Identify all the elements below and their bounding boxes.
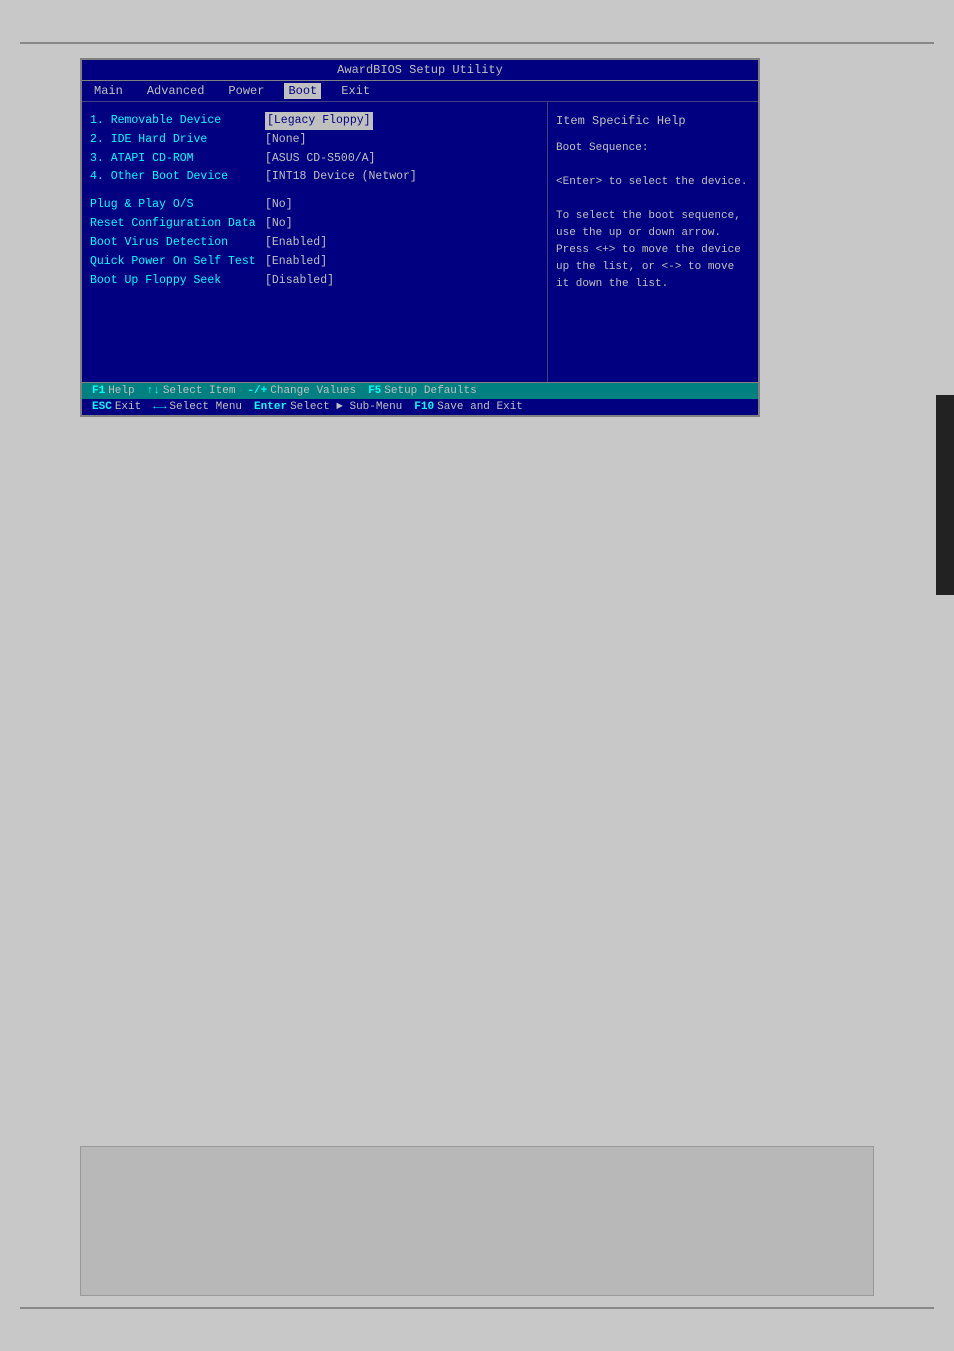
bios-title-text: AwardBIOS Setup Utility [337,63,503,77]
setting-5-value: [Disabled] [265,272,334,290]
setting-1-label: Plug & Play O/S [90,196,265,214]
boot-item-3-value: [ASUS CD-S500/A] [265,150,375,168]
bios-statusbar: F1 Help ↑↓ Select Item -/+ Change Values… [82,382,758,415]
label-select-item: Select Item [163,385,236,397]
setting-1-value: [No] [265,196,293,214]
settings-section: Plug & Play O/S [No] Reset Configuration… [90,196,539,289]
setting-row-1[interactable]: Plug & Play O/S [No] [90,196,539,214]
bios-help-panel: Item Specific Help Boot Sequence: <Enter… [548,102,758,382]
boot-sequence-section: 1. Removable Device [Legacy Floppy] 2. I… [90,112,539,186]
boot-item-2-value: [None] [265,131,306,149]
status-enter: Enter Select ► Sub-Menu [248,401,408,413]
boot-item-1[interactable]: 1. Removable Device [Legacy Floppy] [90,112,539,130]
setting-2-value: [No] [265,215,293,233]
boot-item-1-label: 1. Removable Device [90,112,265,130]
key-f5: F5 [368,385,381,397]
menu-power[interactable]: Power [224,83,268,99]
label-help: Help [108,385,134,397]
status-f5: F5 Setup Defaults [362,385,483,397]
bottom-content-box [80,1146,874,1296]
menu-main[interactable]: Main [90,83,127,99]
bios-screen: AwardBIOS Setup Utility Main Advanced Po… [80,58,760,417]
status-select-item: ↑↓ Select Item [141,385,242,397]
status-select-menu: ←→ Select Menu [147,401,248,413]
boot-item-4[interactable]: 4. Other Boot Device [INT18 Device (Netw… [90,168,539,186]
bios-menubar: Main Advanced Power Boot Exit [82,81,758,102]
boot-item-3[interactable]: 3. ATAPI CD-ROM [ASUS CD-S500/A] [90,150,539,168]
setting-5-label: Boot Up Floppy Seek [90,272,265,290]
label-select-submenu: Select ► Sub-Menu [290,401,402,413]
boot-item-2[interactable]: 2. IDE Hard Drive [None] [90,131,539,149]
help-content: Boot Sequence: <Enter> to select the dev… [556,140,750,293]
label-change-values: Change Values [270,385,356,397]
key-arrows-ud: ↑↓ [147,385,160,397]
setting-row-4[interactable]: Quick Power On Self Test [Enabled] [90,253,539,271]
menu-exit[interactable]: Exit [337,83,374,99]
right-sidebar [936,395,954,595]
key-f1: F1 [92,385,105,397]
bottom-rule [20,1307,934,1309]
bios-left-panel: 1. Removable Device [Legacy Floppy] 2. I… [82,102,548,382]
label-exit: Exit [115,401,141,413]
boot-item-2-label: 2. IDE Hard Drive [90,131,265,149]
status-f10: F10 Save and Exit [408,401,529,413]
key-esc: ESC [92,401,112,413]
bios-content: 1. Removable Device [Legacy Floppy] 2. I… [82,102,758,382]
status-f1: F1 Help [86,385,141,397]
setting-2-label: Reset Configuration Data [90,215,265,233]
setting-3-label: Boot Virus Detection [90,234,265,252]
key-enter: Enter [254,401,287,413]
setting-row-2[interactable]: Reset Configuration Data [No] [90,215,539,233]
key-arrows-lr: ←→ [153,401,166,413]
status-change-values: -/+ Change Values [241,385,362,397]
label-setup-defaults: Setup Defaults [384,385,476,397]
label-select-menu: Select Menu [169,401,242,413]
boot-item-4-value: [INT18 Device (Networ] [265,168,417,186]
setting-3-value: [Enabled] [265,234,327,252]
setting-4-value: [Enabled] [265,253,327,271]
boot-item-4-label: 4. Other Boot Device [90,168,265,186]
menu-advanced[interactable]: Advanced [143,83,209,99]
key-f10: F10 [414,401,434,413]
setting-4-label: Quick Power On Self Test [90,253,265,271]
status-esc: ESC Exit [86,401,147,413]
menu-boot[interactable]: Boot [284,83,321,99]
setting-row-5[interactable]: Boot Up Floppy Seek [Disabled] [90,272,539,290]
boot-item-1-value: [Legacy Floppy] [265,112,373,130]
label-save-exit: Save and Exit [437,401,523,413]
bios-title: AwardBIOS Setup Utility [82,60,758,81]
top-rule [20,42,934,44]
help-title: Item Specific Help [556,112,750,130]
key-minus-plus: -/+ [247,385,267,397]
setting-row-3[interactable]: Boot Virus Detection [Enabled] [90,234,539,252]
boot-item-3-label: 3. ATAPI CD-ROM [90,150,265,168]
